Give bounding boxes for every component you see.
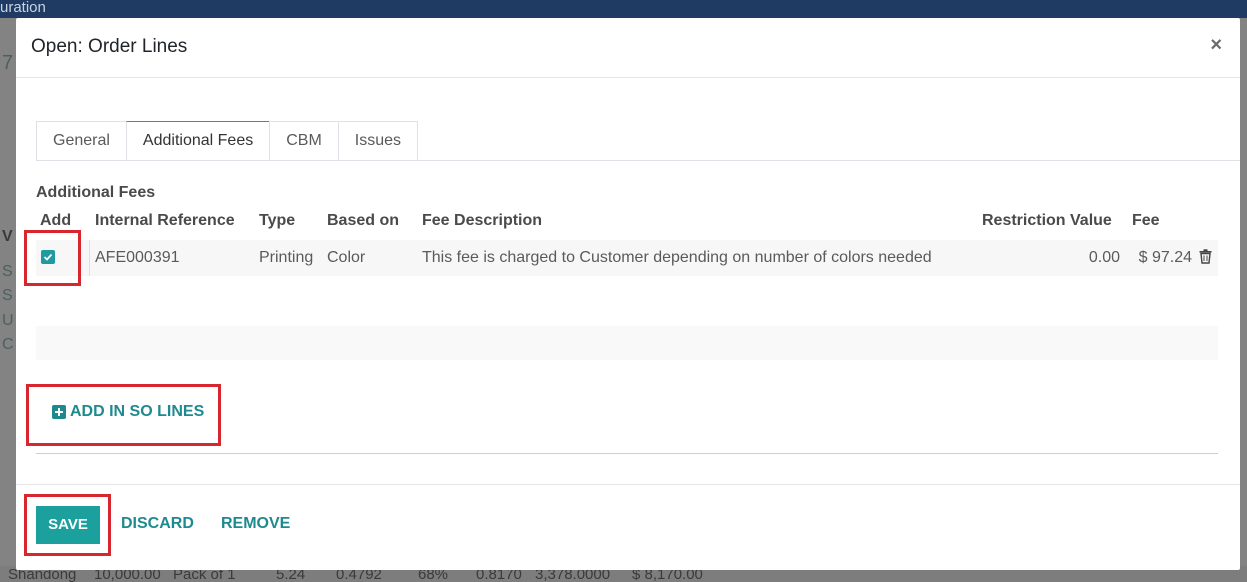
table-empty-row [36, 326, 1218, 360]
tab-issues[interactable]: Issues [337, 121, 419, 161]
tab-general[interactable]: General [36, 121, 126, 161]
cell-fee: $ 97.24 [1138, 249, 1192, 266]
plus-square-icon [52, 405, 66, 419]
trash-icon[interactable] [1199, 249, 1212, 264]
background-text: S [2, 287, 13, 304]
dialog-footer [16, 484, 1240, 570]
background-text: S [2, 263, 13, 280]
column-header-type[interactable]: Type [259, 212, 295, 230]
background-topbar: uration [0, 0, 1247, 18]
cell-fee-description: This fee is charged to Customer dependin… [422, 249, 932, 266]
tab-divider [36, 160, 1240, 161]
tab-cbm[interactable]: CBM [269, 121, 338, 161]
add-checkbox[interactable] [41, 250, 55, 264]
column-header-internal-reference[interactable]: Internal Reference [95, 212, 235, 230]
tab-additional-fees[interactable]: Additional Fees [125, 121, 270, 161]
discard-button[interactable]: DISCARD [121, 515, 194, 533]
background-right-strip [1240, 18, 1247, 582]
dialog-title: Open: Order Lines [31, 36, 188, 57]
background-text: C [2, 336, 14, 353]
close-icon[interactable]: × [1210, 34, 1222, 57]
cell-based-on: Color [327, 249, 366, 266]
background-topbar-text: uration [0, 0, 46, 16]
table-row[interactable]: AFE000391 Printing Color This fee is cha… [36, 240, 1218, 276]
section-label: Additional Fees [36, 184, 156, 201]
separator [36, 453, 1218, 454]
column-header-fee[interactable]: Fee [1132, 212, 1160, 230]
cell-restriction-value: 0.00 [1088, 249, 1120, 266]
order-lines-dialog: Open: Order Lines × General Additional F… [16, 18, 1240, 570]
save-button[interactable]: SAVE [36, 506, 100, 544]
column-header-based-on[interactable]: Based on [327, 212, 399, 230]
remove-button[interactable]: REMOVE [221, 515, 290, 533]
column-divider [89, 240, 90, 276]
add-in-so-lines-label: ADD IN SO LINES [70, 403, 205, 420]
cell-type: Printing [259, 249, 314, 266]
checkmark-icon [43, 253, 53, 261]
background-text: 7 [2, 52, 14, 74]
dialog-header: Open: Order Lines × [16, 18, 1240, 78]
background-text: U [2, 312, 14, 329]
column-header-fee-description[interactable]: Fee Description [422, 212, 542, 230]
column-header-restriction-value[interactable]: Restriction Value [982, 212, 1112, 230]
cell-internal-reference: AFE000391 [95, 249, 180, 266]
table-header: Add Internal Reference Type Based on Fee… [36, 208, 1218, 238]
background-text: V [2, 228, 13, 245]
column-header-add[interactable]: Add [40, 212, 71, 230]
tab-bar: General Additional Fees CBM Issues [36, 121, 419, 161]
add-in-so-lines-button[interactable]: ADD IN SO LINES [52, 403, 204, 421]
